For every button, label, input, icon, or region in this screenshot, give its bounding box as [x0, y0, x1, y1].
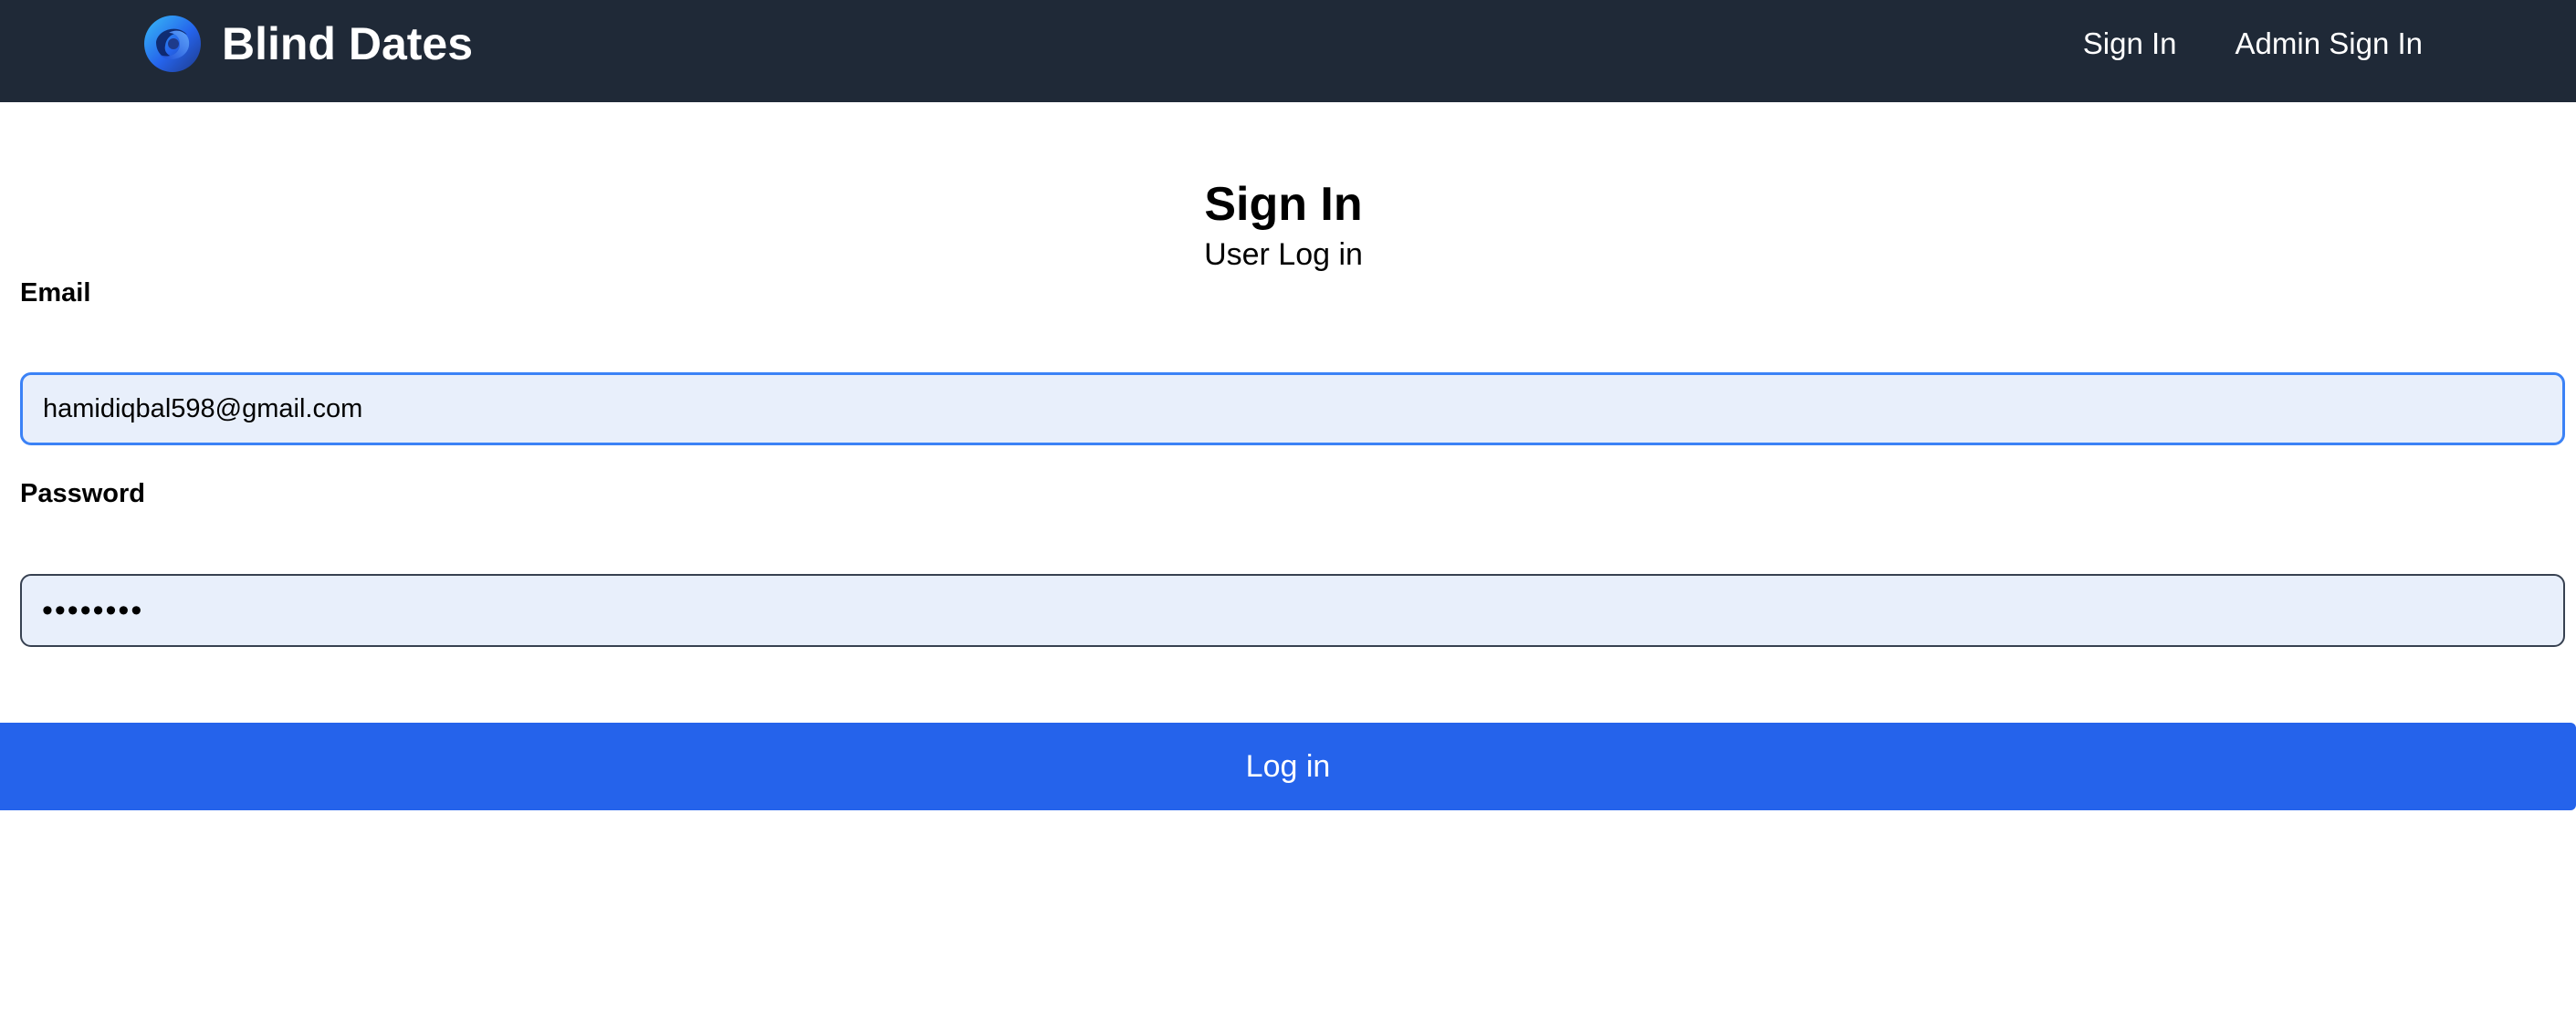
nav-sign-in-link[interactable]: Sign In [2083, 26, 2177, 61]
password-field[interactable] [20, 574, 2565, 647]
log-in-button[interactable]: Log in [0, 723, 2576, 810]
email-field[interactable] [20, 372, 2565, 445]
nav-admin-sign-in-link[interactable]: Admin Sign In [2236, 26, 2423, 61]
nav-links: Sign In Admin Sign In [2083, 20, 2423, 68]
blind-dates-logo-icon [144, 16, 201, 72]
brand-name: Blind Dates [222, 18, 474, 69]
top-navbar: Blind Dates Sign In Admin Sign In [0, 0, 2576, 102]
page-subtitle: User Log in [1204, 237, 1363, 272]
password-label: Password [20, 479, 145, 508]
page-title: Sign In [1204, 178, 1363, 231]
brand-home-link[interactable]: Blind Dates [143, 15, 473, 73]
email-label: Email [20, 278, 91, 308]
